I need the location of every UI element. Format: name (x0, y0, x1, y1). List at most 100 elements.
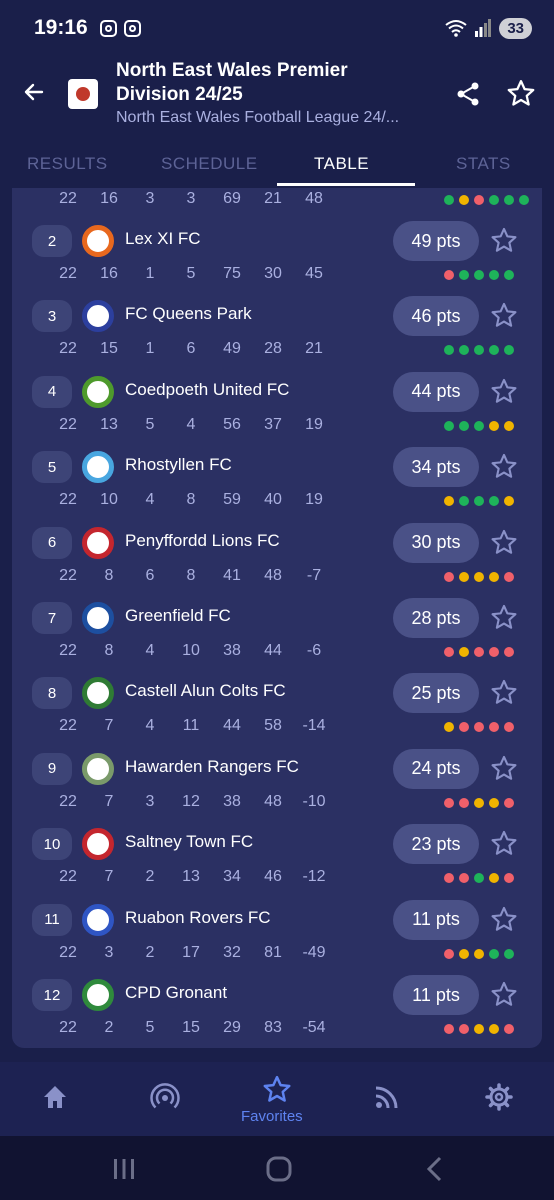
team-name[interactable]: CPD Gronant (125, 983, 227, 1003)
favorites-star-icon[interactable] (262, 1074, 292, 1104)
gear-icon[interactable] (484, 1082, 514, 1112)
table-row[interactable]: 12 CPD Gronant 11 pts (12, 970, 542, 1020)
stat-goal-difference: 19 (305, 491, 323, 509)
form-result-dot (444, 420, 454, 431)
stat-lost: 10 (182, 642, 200, 659)
stat-goals-against: 28 (264, 340, 282, 358)
page-subtitle[interactable]: North East Wales Football League 24/... (116, 109, 399, 127)
stat-goals-against: 30 (264, 265, 282, 282)
position-badge: 6 (32, 526, 72, 559)
instagram-icon (123, 19, 141, 37)
stat-goals-for: 44 (223, 717, 241, 735)
form-result-dot (474, 270, 484, 280)
stat-goals-for: 56 (223, 415, 241, 433)
favorite-star-icon[interactable] (506, 78, 536, 108)
stat-goal-difference: -7 (306, 566, 322, 584)
stat-lost: 8 (186, 566, 196, 584)
stat-won: 10 (100, 491, 118, 509)
table-row[interactable]: 6 Penyffordd Lions FC 30 pts (12, 518, 542, 568)
stat-lost: 11 (182, 717, 200, 735)
league-logo (68, 79, 98, 109)
form-result-dot (459, 345, 469, 356)
broadcast-icon[interactable] (150, 1082, 180, 1112)
follow-star-icon[interactable] (490, 754, 518, 782)
follow-star-icon[interactable] (490, 829, 518, 857)
table-row[interactable]: 9 Hawarden Rangers FC 24 pts (12, 744, 542, 794)
team-name[interactable]: Saltney Town FC (125, 832, 253, 852)
back-arrow-icon[interactable] (20, 78, 48, 106)
follow-star-icon[interactable] (490, 603, 518, 631)
stat-played: 22 (59, 717, 77, 735)
table-row[interactable]: 7 Greenfield FC 28 pts (12, 593, 542, 643)
stat-won: 15 (100, 340, 118, 358)
tab-stats[interactable]: STATS (456, 154, 511, 174)
recents-icon[interactable] (112, 1158, 136, 1180)
team-stats-line: 22 15 1 6 49 28 21 (12, 338, 542, 362)
form-result-dot (459, 571, 469, 582)
form-result-dot (444, 722, 454, 733)
form-result-dot (459, 873, 469, 884)
table-row[interactable]: 11 Ruabon Rovers FC 11 pts (12, 895, 542, 945)
team-name[interactable]: Greenfield FC (125, 606, 231, 626)
follow-star-icon[interactable] (490, 377, 518, 405)
stat-goals-for: 59 (223, 491, 241, 509)
tab-bar: RESULTS SCHEDULE TABLE STATS (0, 146, 554, 188)
form-result-dot (489, 948, 499, 959)
table-row[interactable]: 10 Saltney Town FC 23 pts (12, 819, 542, 869)
stat-goals-against: 48 (264, 566, 282, 584)
form-guide (444, 873, 514, 884)
form-result-dot (474, 496, 484, 507)
tab-table[interactable]: TABLE (314, 154, 369, 174)
team-name[interactable]: Coedpoeth United FC (125, 380, 289, 400)
follow-star-icon[interactable] (490, 452, 518, 480)
table-row[interactable]: 4 Coedpoeth United FC 44 pts (12, 367, 542, 417)
form-guide (444, 420, 514, 431)
follow-star-icon[interactable] (490, 678, 518, 706)
form-guide (444, 195, 529, 205)
follow-star-icon[interactable] (490, 528, 518, 556)
team-name[interactable]: Lex XI FC (125, 229, 201, 249)
league-table: 22 16 3 3 69 21 48 2 Lex XI FC 49 pts 22 16 1 5 75 30 45… (12, 188, 542, 1048)
table-row[interactable]: 5 Rhostyllen FC 34 pts (12, 442, 542, 492)
form-guide (444, 722, 514, 733)
form-result-dot (444, 195, 454, 205)
table-row[interactable]: 2 Lex XI FC 49 pts (12, 216, 542, 266)
feed-icon[interactable] (372, 1082, 402, 1112)
form-result-dot (474, 873, 484, 884)
form-result-dot (474, 948, 484, 959)
team-name[interactable]: Castell Alun Colts FC (125, 681, 286, 701)
stat-won: 7 (104, 717, 114, 735)
points-pill: 34 pts (393, 447, 479, 488)
table-row[interactable]: 3 FC Queens Park 46 pts (12, 291, 542, 341)
stat-won: 7 (104, 868, 114, 886)
tab-results[interactable]: RESULTS (27, 154, 108, 174)
nav-favorites-label[interactable]: Favorites (241, 1108, 303, 1125)
home-system-icon[interactable] (266, 1156, 292, 1182)
stat-goals-against: 83 (264, 1019, 282, 1036)
team-name[interactable]: Ruabon Rovers FC (125, 908, 271, 928)
stat-goals-for: 34 (223, 868, 241, 886)
follow-star-icon[interactable] (490, 226, 518, 254)
back-system-icon[interactable] (424, 1156, 444, 1182)
team-name[interactable]: Penyffordd Lions FC (125, 531, 280, 551)
follow-star-icon[interactable] (490, 980, 518, 1008)
team-name[interactable]: Rhostyllen FC (125, 455, 232, 475)
tab-schedule[interactable]: SCHEDULE (161, 154, 258, 174)
stat-goals-for: 69 (223, 190, 241, 207)
form-result-dot (504, 647, 514, 657)
follow-star-icon[interactable] (490, 301, 518, 329)
team-name[interactable]: FC Queens Park (125, 304, 252, 324)
share-icon[interactable] (454, 80, 482, 108)
system-nav-bar (0, 1136, 554, 1200)
stat-played: 22 (59, 792, 77, 810)
team-name[interactable]: Hawarden Rangers FC (125, 757, 299, 777)
app-header: North East Wales Premier Division 24/25 … (0, 56, 554, 138)
form-result-dot (474, 647, 484, 657)
home-icon[interactable] (40, 1082, 70, 1112)
table-row[interactable]: 8 Castell Alun Colts FC 25 pts (12, 668, 542, 718)
follow-star-icon[interactable] (490, 905, 518, 933)
stat-won: 13 (100, 415, 118, 433)
stat-goals-for: 29 (223, 1019, 241, 1036)
form-result-dot (444, 873, 454, 884)
points-pill: 25 pts (393, 673, 479, 714)
